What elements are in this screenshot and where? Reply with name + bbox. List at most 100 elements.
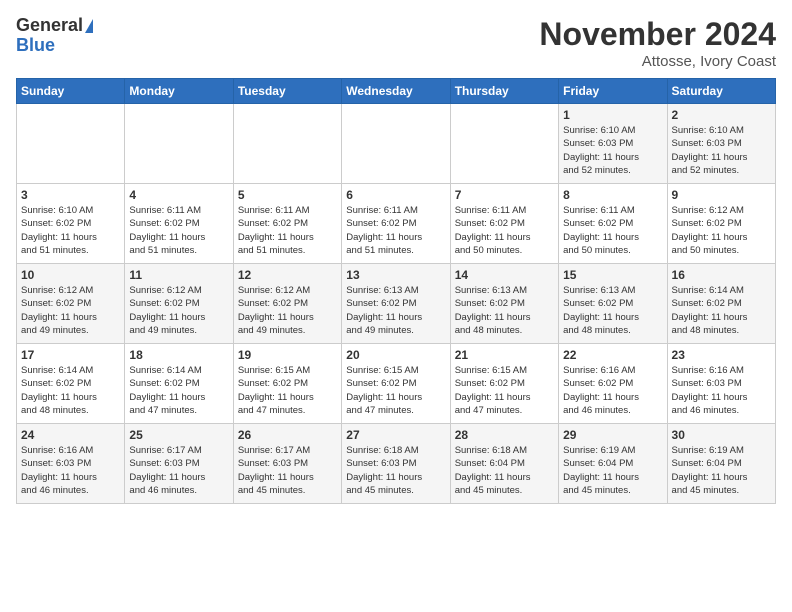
day-info: Sunrise: 6:11 AMSunset: 6:02 PMDaylight:… [563, 204, 662, 257]
day-number: 19 [238, 348, 337, 362]
day-info: Sunrise: 6:19 AMSunset: 6:04 PMDaylight:… [563, 444, 662, 497]
day-info: Sunrise: 6:10 AMSunset: 6:02 PMDaylight:… [21, 204, 120, 257]
weekday-header-friday: Friday [559, 79, 667, 104]
weekday-header-wednesday: Wednesday [342, 79, 450, 104]
weekday-header-row: SundayMondayTuesdayWednesdayThursdayFrid… [17, 79, 776, 104]
calendar-cell [17, 104, 125, 184]
calendar-cell: 17 Sunrise: 6:14 AMSunset: 6:02 PMDayligh… [17, 344, 125, 424]
calendar-cell: 11 Sunrise: 6:12 AMSunset: 6:02 PMDayligh… [125, 264, 233, 344]
day-number: 30 [672, 428, 771, 442]
day-info: Sunrise: 6:13 AMSunset: 6:02 PMDaylight:… [563, 284, 662, 337]
day-info: Sunrise: 6:14 AMSunset: 6:02 PMDaylight:… [21, 364, 120, 417]
calendar-cell: 30 Sunrise: 6:19 AMSunset: 6:04 PMDayligh… [667, 424, 775, 504]
day-info: Sunrise: 6:18 AMSunset: 6:03 PMDaylight:… [346, 444, 445, 497]
calendar-week-4: 17 Sunrise: 6:14 AMSunset: 6:02 PMDayligh… [17, 344, 776, 424]
calendar-cell: 24 Sunrise: 6:16 AMSunset: 6:03 PMDayligh… [17, 424, 125, 504]
day-number: 1 [563, 108, 662, 122]
calendar-cell: 3 Sunrise: 6:10 AMSunset: 6:02 PMDaylight… [17, 184, 125, 264]
day-number: 21 [455, 348, 554, 362]
day-info: Sunrise: 6:12 AMSunset: 6:02 PMDaylight:… [129, 284, 228, 337]
calendar-cell: 1 Sunrise: 6:10 AMSunset: 6:03 PMDaylight… [559, 104, 667, 184]
day-number: 20 [346, 348, 445, 362]
calendar-cell: 6 Sunrise: 6:11 AMSunset: 6:02 PMDaylight… [342, 184, 450, 264]
calendar-cell: 8 Sunrise: 6:11 AMSunset: 6:02 PMDaylight… [559, 184, 667, 264]
calendar-cell: 13 Sunrise: 6:13 AMSunset: 6:02 PMDayligh… [342, 264, 450, 344]
calendar-cell: 9 Sunrise: 6:12 AMSunset: 6:02 PMDaylight… [667, 184, 775, 264]
day-number: 4 [129, 188, 228, 202]
logo-general-text: General [16, 16, 83, 36]
day-number: 5 [238, 188, 337, 202]
day-number: 24 [21, 428, 120, 442]
day-number: 16 [672, 268, 771, 282]
calendar-cell: 14Sunrise: 6:13 AMSunset: 6:02 PMDayligh… [450, 264, 558, 344]
day-info: Sunrise: 6:18 AMSunset: 6:04 PMDaylight:… [455, 444, 554, 497]
calendar-cell: 15 Sunrise: 6:13 AMSunset: 6:02 PMDayligh… [559, 264, 667, 344]
day-info: Sunrise: 6:11 AMSunset: 6:02 PMDaylight:… [346, 204, 445, 257]
calendar-cell [342, 104, 450, 184]
day-number: 25 [129, 428, 228, 442]
day-info: Sunrise: 6:12 AMSunset: 6:02 PMDaylight:… [238, 284, 337, 337]
calendar-week-1: 1 Sunrise: 6:10 AMSunset: 6:03 PMDaylight… [17, 104, 776, 184]
day-info: Sunrise: 6:15 AMSunset: 6:02 PMDaylight:… [238, 364, 337, 417]
day-info: Sunrise: 6:16 AMSunset: 6:03 PMDaylight:… [672, 364, 771, 417]
day-info: Sunrise: 6:12 AMSunset: 6:02 PMDaylight:… [672, 204, 771, 257]
calendar-cell [233, 104, 341, 184]
day-number: 9 [672, 188, 771, 202]
day-info: Sunrise: 6:10 AMSunset: 6:03 PMDaylight:… [563, 124, 662, 177]
calendar-week-5: 24 Sunrise: 6:16 AMSunset: 6:03 PMDayligh… [17, 424, 776, 504]
day-info: Sunrise: 6:11 AMSunset: 6:02 PMDaylight:… [455, 204, 554, 257]
calendar-cell: 26 Sunrise: 6:17 AMSunset: 6:03 PMDayligh… [233, 424, 341, 504]
day-number: 26 [238, 428, 337, 442]
day-info: Sunrise: 6:16 AMSunset: 6:02 PMDaylight:… [563, 364, 662, 417]
day-number: 11 [129, 268, 228, 282]
day-number: 3 [21, 188, 120, 202]
day-info: Sunrise: 6:13 AMSunset: 6:02 PMDaylight:… [346, 284, 445, 337]
day-info: Sunrise: 6:11 AMSunset: 6:02 PMDaylight:… [129, 204, 228, 257]
page-header: General Blue November 2024 Attosse, Ivor… [16, 16, 776, 70]
calendar-cell: 20 Sunrise: 6:15 AMSunset: 6:02 PMDayligh… [342, 344, 450, 424]
day-number: 13 [346, 268, 445, 282]
day-number: 15 [563, 268, 662, 282]
weekday-header-tuesday: Tuesday [233, 79, 341, 104]
weekday-header-sunday: Sunday [17, 79, 125, 104]
day-number: 6 [346, 188, 445, 202]
day-info: Sunrise: 6:15 AMSunset: 6:02 PMDaylight:… [455, 364, 554, 417]
weekday-header-saturday: Saturday [667, 79, 775, 104]
title-section: November 2024 Attosse, Ivory Coast [539, 16, 776, 70]
day-number: 28 [455, 428, 554, 442]
logo-icon [85, 19, 93, 33]
day-info: Sunrise: 6:12 AMSunset: 6:02 PMDaylight:… [21, 284, 120, 337]
day-number: 29 [563, 428, 662, 442]
calendar-cell: 5 Sunrise: 6:11 AMSunset: 6:02 PMDaylight… [233, 184, 341, 264]
calendar-cell [450, 104, 558, 184]
weekday-header-monday: Monday [125, 79, 233, 104]
day-number: 22 [563, 348, 662, 362]
day-number: 27 [346, 428, 445, 442]
logo-blue-text: Blue [16, 36, 93, 56]
day-info: Sunrise: 6:17 AMSunset: 6:03 PMDaylight:… [238, 444, 337, 497]
calendar-week-3: 10 Sunrise: 6:12 AMSunset: 6:02 PMDayligh… [17, 264, 776, 344]
calendar-cell: 18Sunrise: 6:14 AMSunset: 6:02 PMDayligh… [125, 344, 233, 424]
calendar-table: SundayMondayTuesdayWednesdayThursdayFrid… [16, 78, 776, 504]
day-info: Sunrise: 6:16 AMSunset: 6:03 PMDaylight:… [21, 444, 120, 497]
day-number: 7 [455, 188, 554, 202]
day-info: Sunrise: 6:11 AMSunset: 6:02 PMDaylight:… [238, 204, 337, 257]
calendar-cell: 27 Sunrise: 6:18 AMSunset: 6:03 PMDayligh… [342, 424, 450, 504]
day-info: Sunrise: 6:15 AMSunset: 6:02 PMDaylight:… [346, 364, 445, 417]
day-number: 17 [21, 348, 120, 362]
calendar-cell: 16 Sunrise: 6:14 AMSunset: 6:02 PMDayligh… [667, 264, 775, 344]
day-info: Sunrise: 6:17 AMSunset: 6:03 PMDaylight:… [129, 444, 228, 497]
day-number: 18 [129, 348, 228, 362]
day-info: Sunrise: 6:14 AMSunset: 6:02 PMDaylight:… [672, 284, 771, 337]
day-number: 10 [21, 268, 120, 282]
day-info: Sunrise: 6:19 AMSunset: 6:04 PMDaylight:… [672, 444, 771, 497]
day-number: 2 [672, 108, 771, 122]
day-number: 8 [563, 188, 662, 202]
calendar-cell: 2 Sunrise: 6:10 AMSunset: 6:03 PMDaylight… [667, 104, 775, 184]
day-info: Sunrise: 6:10 AMSunset: 6:03 PMDaylight:… [672, 124, 771, 177]
calendar-cell [125, 104, 233, 184]
calendar-cell: 10 Sunrise: 6:12 AMSunset: 6:02 PMDayligh… [17, 264, 125, 344]
calendar-week-2: 3 Sunrise: 6:10 AMSunset: 6:02 PMDaylight… [17, 184, 776, 264]
day-number: 14 [455, 268, 554, 282]
calendar-cell: 4 Sunrise: 6:11 AMSunset: 6:02 PMDaylight… [125, 184, 233, 264]
